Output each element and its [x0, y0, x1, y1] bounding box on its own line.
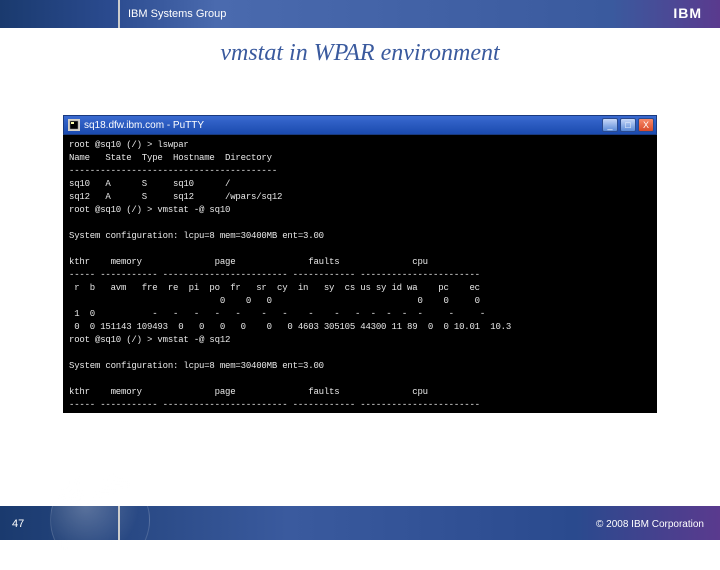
ibm-logo: IBM [673, 5, 702, 21]
footer-bar: 47 © 2008 IBM Corporation [0, 506, 720, 540]
window-buttons: _ □ X [602, 118, 654, 132]
slide-title: vmstat in WPAR environment [0, 40, 720, 67]
header-divider [118, 0, 120, 28]
header-bar: IBM Systems Group IBM [0, 0, 720, 28]
terminal-title-text: sq18.dfw.ibm.com - PuTTY [84, 120, 204, 131]
footer-decoration [50, 470, 150, 570]
header-group-label: IBM Systems Group [128, 8, 226, 20]
terminal-body[interactable]: root @sq10 (/) > lswpar Name State Type … [63, 135, 657, 413]
close-button[interactable]: X [638, 118, 654, 132]
minimize-button[interactable]: _ [602, 118, 618, 132]
terminal-titlebar[interactable]: sq18.dfw.ibm.com - PuTTY _ □ X [63, 115, 657, 135]
putty-icon [68, 119, 80, 131]
copyright-text: © 2008 IBM Corporation [596, 519, 704, 530]
footer-divider [118, 506, 120, 540]
terminal-window: sq18.dfw.ibm.com - PuTTY _ □ X root @sq1… [63, 115, 657, 413]
page-number: 47 [12, 518, 24, 530]
maximize-button[interactable]: □ [620, 118, 636, 132]
